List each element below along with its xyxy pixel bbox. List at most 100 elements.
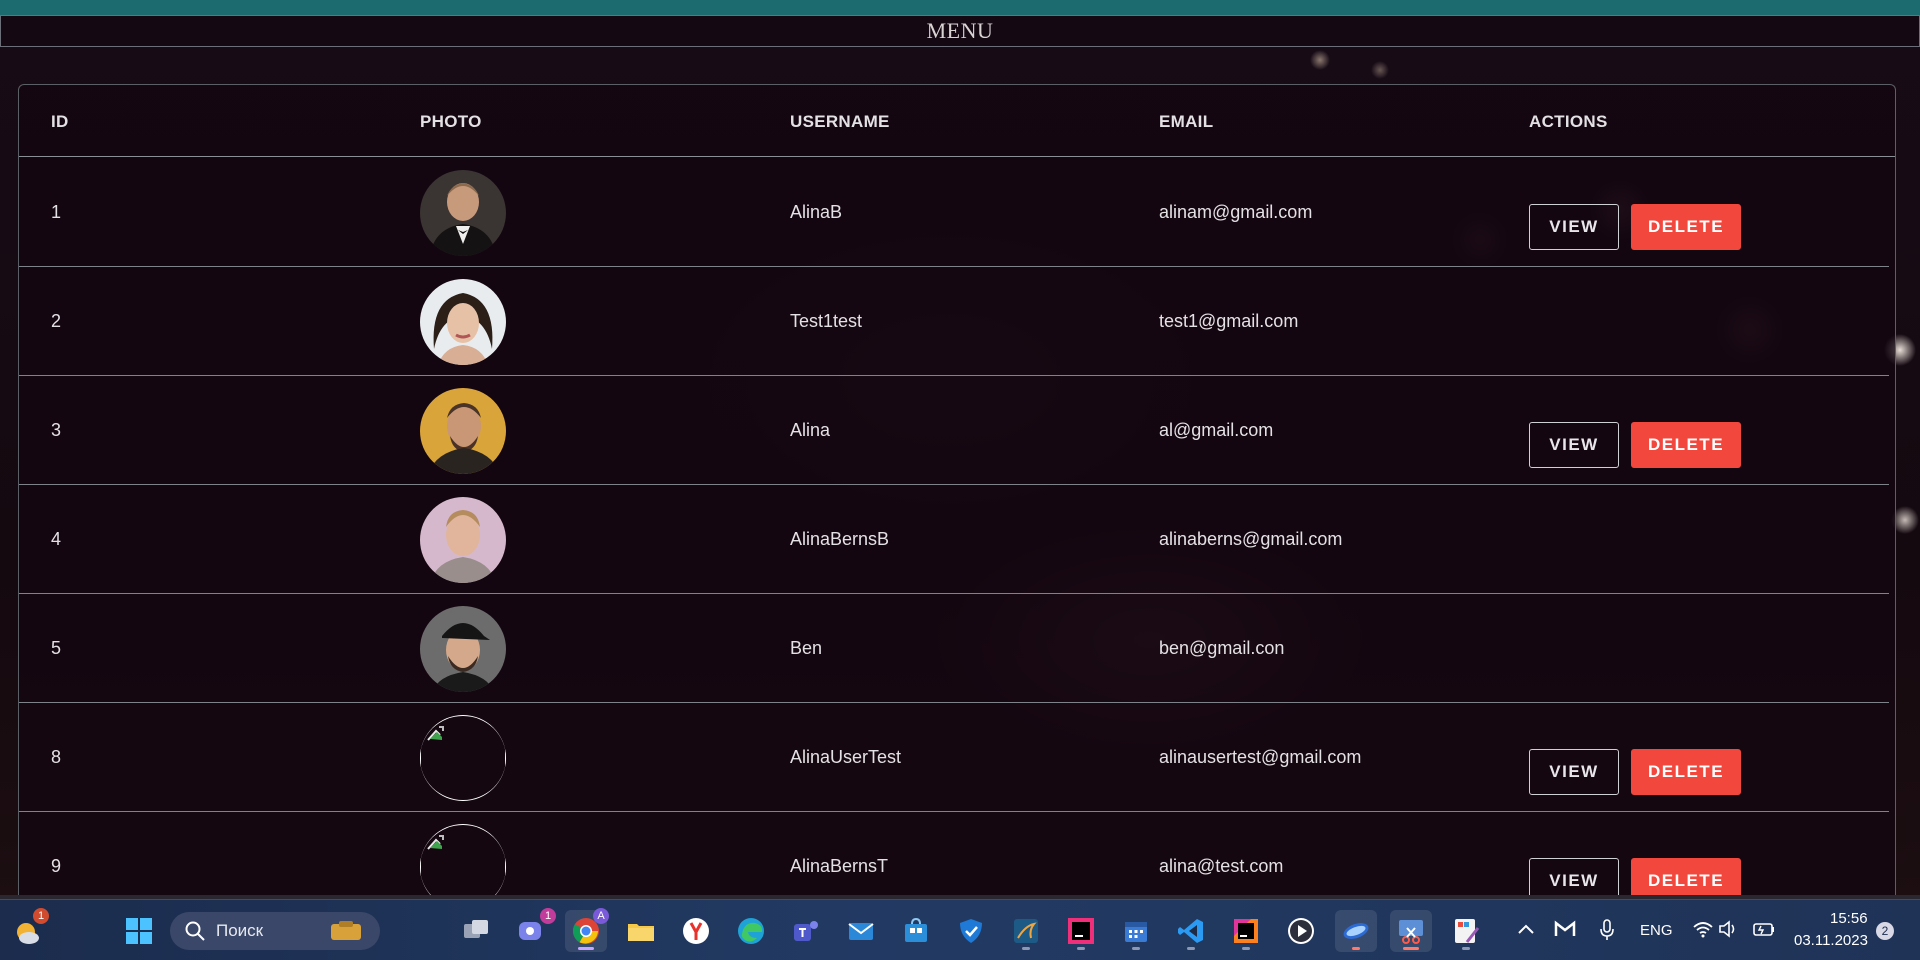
email: alinam@gmail.com [1159, 202, 1313, 222]
calendar-button[interactable] [1115, 910, 1157, 952]
taskbar: 1 Поиск 1 A ENG 15:56 03.11.2023 2 [0, 899, 1920, 960]
paint-icon [1455, 919, 1480, 943]
chat-badge: 1 [540, 908, 556, 924]
broken-image-avatar [420, 824, 506, 904]
widgets-badge: 1 [33, 908, 49, 924]
microphone-icon[interactable] [1599, 918, 1615, 942]
volume-icon[interactable] [1718, 920, 1740, 938]
task-view-icon [464, 920, 488, 938]
table-row: 2 Test1test test1@gmail.com [19, 267, 1889, 376]
snipping-tool-button[interactable] [1390, 910, 1432, 952]
user-id: 9 [51, 856, 62, 876]
widgets-button[interactable]: 1 [5, 908, 49, 952]
wifi-icon[interactable] [1692, 920, 1714, 938]
user-id: 3 [51, 420, 62, 440]
clock-date[interactable]: 03.11.2023 [1794, 932, 1868, 949]
search-icon [185, 921, 205, 941]
avatar [420, 170, 506, 256]
view-button[interactable]: VIEW [1529, 422, 1619, 468]
broken-image-avatar [420, 715, 506, 801]
language-indicator[interactable]: ENG [1640, 922, 1673, 939]
chevron-up-icon[interactable] [1517, 922, 1535, 936]
view-button[interactable]: VIEW [1529, 749, 1619, 795]
column-header-actions: ACTIONS [1529, 112, 1608, 131]
username: AlinaUserTest [790, 747, 902, 767]
user-id: 8 [51, 747, 62, 767]
delete-button[interactable]: DELETE [1631, 204, 1741, 250]
user-id: 2 [51, 311, 62, 331]
avatar [420, 497, 506, 583]
user-id: 1 [51, 202, 62, 222]
email: alinaberns@gmail.com [1159, 529, 1343, 549]
paint-button[interactable] [1445, 910, 1487, 952]
vscode-icon [1178, 919, 1203, 943]
browser-top-strip [0, 0, 1920, 15]
calendar-icon [1125, 922, 1147, 942]
task-view-button[interactable] [455, 910, 497, 952]
taskbar-search[interactable]: Поиск [170, 912, 380, 950]
media-player-button[interactable] [1280, 910, 1322, 952]
users-table: ID PHOTO USERNAME EMAIL ACTIONS 1 AlinaB… [18, 84, 1896, 904]
intellij-icon [1068, 918, 1094, 944]
broken-image-icon [427, 726, 444, 741]
yandex-icon [683, 918, 709, 944]
column-header-id: ID [51, 112, 69, 131]
avatar [420, 606, 506, 692]
security-button[interactable] [950, 910, 992, 952]
table-row: 9 AlinaBernsT alina@test.com VIEW DELETE [19, 812, 1889, 904]
clock-time[interactable]: 15:56 [1830, 910, 1868, 927]
gmail-tray-icon[interactable] [1554, 920, 1576, 938]
view-button[interactable]: VIEW [1529, 204, 1619, 250]
username: Alina [790, 420, 831, 440]
store-button[interactable] [895, 910, 937, 952]
search-placeholder: Поиск [216, 921, 264, 940]
running-indicator [1022, 947, 1030, 950]
table-row: 3 Alina al@gmail.com VIEW DELETE [19, 376, 1889, 485]
notification-badge[interactable]: 2 [1876, 922, 1894, 940]
active-indicator [578, 947, 594, 950]
broken-image-icon [427, 835, 444, 850]
vscode-button[interactable] [1170, 910, 1212, 952]
battery-icon[interactable] [1752, 920, 1776, 938]
user-id: 5 [51, 638, 62, 658]
username: AlinaBernsB [790, 529, 890, 549]
table-header: ID PHOTO USERNAME EMAIL ACTIONS [19, 85, 1895, 157]
menu-title[interactable]: MENU [927, 18, 994, 44]
edge-button[interactable] [730, 910, 772, 952]
email: ben@gmail.con [1159, 638, 1285, 658]
table-row: 1 AlinaB alinam@gmail.com VIEW DELETE [19, 158, 1889, 267]
table-row: 4 AlinaBernsB alinaberns@gmail.com [19, 485, 1889, 594]
chrome-button[interactable]: A [565, 908, 609, 952]
column-header-username: USERNAME [790, 112, 890, 131]
jetbrains-button[interactable] [1225, 910, 1267, 952]
running-indicator [1352, 947, 1360, 950]
avatar [420, 388, 506, 474]
database-icon [1014, 919, 1038, 943]
avatar [420, 279, 506, 365]
yandex-browser-button[interactable] [675, 910, 717, 952]
eclipse-icon [1343, 923, 1369, 939]
intellij-button[interactable] [1060, 910, 1102, 952]
menu-bar[interactable]: MENU [0, 15, 1920, 47]
username: Ben [790, 638, 823, 658]
user-id: 4 [51, 529, 62, 549]
teams-button[interactable] [785, 910, 827, 952]
username: Test1test [790, 311, 863, 331]
mail-icon [848, 923, 874, 940]
start-button[interactable] [118, 910, 160, 952]
email: test1@gmail.com [1159, 311, 1299, 331]
username: AlinaBernsT [790, 856, 889, 876]
delete-button[interactable]: DELETE [1631, 422, 1741, 468]
mysql-workbench-button[interactable] [1005, 910, 1047, 952]
table-row: 8 AlinaUserTest alinausertest@gmail.com … [19, 703, 1889, 812]
eclipse-button[interactable] [1335, 910, 1377, 952]
shield-icon [960, 919, 982, 943]
chat-button[interactable]: 1 [510, 908, 556, 952]
file-explorer-button[interactable] [620, 910, 662, 952]
running-indicator [1187, 947, 1195, 950]
email: alina@test.com [1159, 856, 1284, 876]
folder-icon [628, 924, 654, 941]
mail-button[interactable] [840, 910, 882, 952]
running-indicator [1242, 947, 1250, 950]
delete-button[interactable]: DELETE [1631, 749, 1741, 795]
